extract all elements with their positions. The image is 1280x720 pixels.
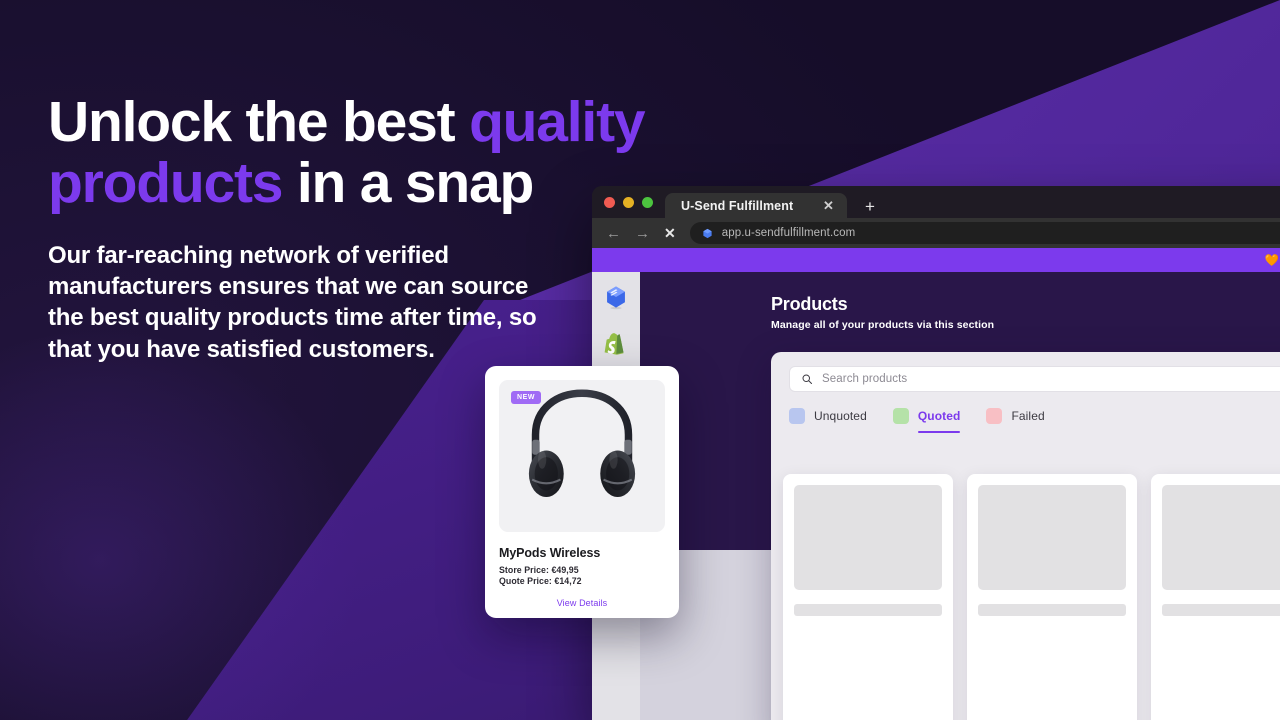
- product-title-placeholder: [794, 604, 942, 616]
- quote-price: Quote Price: €14,72: [499, 576, 665, 586]
- product-title: MyPods Wireless: [499, 546, 601, 560]
- tab-failed-label: Failed: [1011, 409, 1045, 423]
- tab-quoted-label: Quoted: [917, 409, 961, 423]
- hero-section: Unlock the best quality products in a sna…: [48, 92, 708, 365]
- close-icon[interactable]: ✕: [820, 197, 837, 214]
- search-input[interactable]: Search products: [789, 366, 1280, 392]
- product-card-skeleton[interactable]: [967, 474, 1137, 720]
- background-glow: [0, 330, 360, 720]
- status-swatch-quoted: [892, 408, 909, 424]
- tab-unquoted-label: Unquoted: [814, 409, 867, 423]
- product-title-placeholder: [978, 604, 1126, 616]
- product-image-placeholder: [794, 485, 942, 590]
- quote-price-value: €14,72: [554, 576, 582, 586]
- headphones-image: [528, 389, 636, 498]
- store-price-value: €49,95: [551, 565, 579, 575]
- quote-price-label: Quote Price:: [499, 576, 552, 586]
- view-details-link[interactable]: View Details: [499, 598, 665, 608]
- product-card-skeleton[interactable]: [1151, 474, 1280, 720]
- product-image-placeholder: [978, 485, 1126, 590]
- filter-tabs: Unquoted Quoted Failed: [789, 408, 1280, 433]
- status-swatch-unquoted: [789, 408, 805, 424]
- url-input[interactable]: app.u-sendfulfillment.com: [689, 222, 1280, 244]
- tab-failed[interactable]: Failed: [986, 408, 1045, 433]
- url-text: app.u-sendfulfillment.com: [721, 227, 856, 239]
- hero-title-accent-quality: quality: [469, 90, 645, 154]
- search-placeholder: Search products: [822, 373, 908, 385]
- product-image-placeholder: [1162, 485, 1280, 590]
- products-panel: Search products Unquoted Quoted Failed: [771, 352, 1280, 720]
- tab-unquoted[interactable]: Unquoted: [789, 408, 867, 433]
- hero-title-accent-products: products: [48, 150, 283, 215]
- product-card-skeleton[interactable]: [783, 474, 953, 720]
- search-icon: [802, 374, 812, 384]
- page-title: Unlock the best quality products in a sna…: [48, 92, 708, 214]
- products-grid: [783, 474, 1280, 720]
- product-title-placeholder: [1162, 604, 1280, 616]
- products-header: Products Manage all of your products via…: [640, 272, 1280, 331]
- products-subtitle: Manage all of your products via this sec…: [771, 319, 995, 331]
- store-price: Store Price: €49,95: [499, 565, 665, 575]
- status-swatch-failed: [986, 408, 1003, 424]
- app-main: Products Manage all of your products via…: [640, 272, 1280, 720]
- heart-icon: 🧡: [1264, 255, 1280, 267]
- hero-title-line1: Unlock the best: [48, 90, 470, 154]
- feedback-button[interactable]: 🧡 Feedback?: [1265, 253, 1280, 267]
- products-title: Products: [771, 294, 848, 314]
- hero-title-line2: in a snap: [282, 150, 534, 215]
- product-card[interactable]: NEW MyPods Wireless Store Price: €49,95 …: [485, 366, 679, 618]
- hero-body-text: Our far-reaching network of verified man…: [48, 241, 537, 363]
- product-image-container: NEW: [499, 380, 665, 532]
- plus-icon[interactable]: +: [865, 198, 875, 218]
- store-price-label: Store Price:: [499, 565, 549, 575]
- tab-quoted[interactable]: Quoted: [892, 408, 961, 433]
